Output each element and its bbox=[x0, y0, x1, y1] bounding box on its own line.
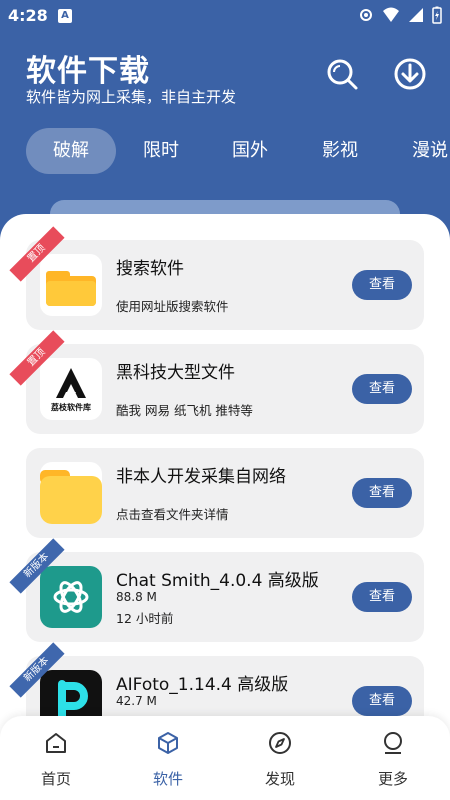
status-bar: 4:28 A bbox=[0, 0, 450, 32]
bottom-navigation: 首页 软件 发现 更多 bbox=[0, 716, 450, 800]
app-size: 88.8 M bbox=[116, 590, 157, 604]
tab-crack[interactable]: 破解 bbox=[26, 128, 116, 174]
settings-gear-icon bbox=[360, 9, 372, 21]
app-card[interactable]: 非本人开发采集自网络 点击查看文件夹详情 查看 bbox=[26, 448, 424, 538]
tab-video[interactable]: 影视 bbox=[305, 128, 375, 174]
app-name: 黑科技大型文件 bbox=[116, 363, 235, 383]
nav-label: 首页 bbox=[40, 770, 71, 788]
wifi-icon bbox=[383, 7, 399, 22]
app-description: 点击查看文件夹详情 bbox=[116, 507, 229, 522]
app-list-sheet: 置顶 搜索软件 使用网址版搜索软件 查看 荔枝软件库 置顶 黑科技大型文件 酷我… bbox=[0, 214, 450, 800]
view-button[interactable]: 查看 bbox=[352, 478, 412, 508]
app-size: 42.7 M bbox=[116, 694, 157, 708]
nav-label: 发现 bbox=[264, 770, 295, 788]
nav-home[interactable]: 首页 bbox=[16, 730, 96, 789]
app-name: Chat Smith_4.0.4 高级版 bbox=[116, 571, 319, 591]
folder-icon bbox=[40, 462, 102, 524]
tab-foreign[interactable]: 国外 bbox=[215, 128, 285, 174]
page-title: 软件下载 bbox=[26, 54, 150, 89]
battery-icon bbox=[432, 6, 442, 24]
app-name: 非本人开发采集自网络 bbox=[116, 467, 286, 487]
chatsmith-icon bbox=[40, 566, 102, 628]
nav-more[interactable]: 更多 bbox=[353, 730, 433, 789]
logo-icon: 荔枝软件库 bbox=[40, 358, 102, 420]
nav-label: 软件 bbox=[152, 770, 183, 788]
app-card[interactable]: 置顶 搜索软件 使用网址版搜索软件 查看 bbox=[9, 226, 424, 330]
view-button[interactable]: 查看 bbox=[352, 582, 412, 612]
app-description: 使用网址版搜索软件 bbox=[116, 299, 229, 314]
search-button[interactable] bbox=[324, 56, 360, 92]
folder-icon bbox=[40, 254, 102, 316]
app-card[interactable]: 荔枝软件库 置顶 黑科技大型文件 酷我 网易 纸飞机 推特等 查看 bbox=[9, 330, 424, 434]
home-icon bbox=[46, 733, 66, 753]
status-icons bbox=[358, 6, 442, 24]
view-button[interactable]: 查看 bbox=[352, 374, 412, 404]
search-icon bbox=[327, 59, 358, 90]
box-icon bbox=[158, 732, 178, 754]
status-time: 4:28 bbox=[8, 6, 48, 25]
notification-badge-icon: A bbox=[58, 9, 72, 23]
nav-discover[interactable]: 发现 bbox=[240, 730, 320, 789]
category-tabs: 破解 限时 国外 影视 漫说 bbox=[0, 128, 450, 176]
nav-label: 更多 bbox=[377, 770, 408, 788]
signal-icon bbox=[409, 8, 423, 22]
app-updated-time: 12 小时前 bbox=[116, 611, 174, 626]
download-icon bbox=[394, 58, 426, 90]
view-button[interactable]: 查看 bbox=[352, 686, 412, 716]
compass-icon bbox=[269, 732, 291, 754]
nav-software[interactable]: 软件 bbox=[128, 730, 208, 789]
logo-text: 荔枝软件库 bbox=[51, 403, 91, 412]
app-name: AIFoto_1.14.4 高级版 bbox=[116, 675, 289, 695]
view-button[interactable]: 查看 bbox=[352, 270, 412, 300]
tab-limited[interactable]: 限时 bbox=[126, 128, 196, 174]
page-subtitle: 软件皆为网上采集，非自主开发 bbox=[26, 88, 237, 106]
app-name: 搜索软件 bbox=[116, 259, 184, 279]
app-card[interactable]: 新版本 Chat Smith_4.0.4 高级版 88.8 M 12 小时前 查… bbox=[9, 538, 424, 642]
tab-comics[interactable]: 漫说 bbox=[395, 128, 450, 174]
app-description: 酷我 网易 纸飞机 推特等 bbox=[116, 403, 253, 418]
download-button[interactable] bbox=[392, 56, 428, 92]
user-icon bbox=[384, 732, 402, 754]
